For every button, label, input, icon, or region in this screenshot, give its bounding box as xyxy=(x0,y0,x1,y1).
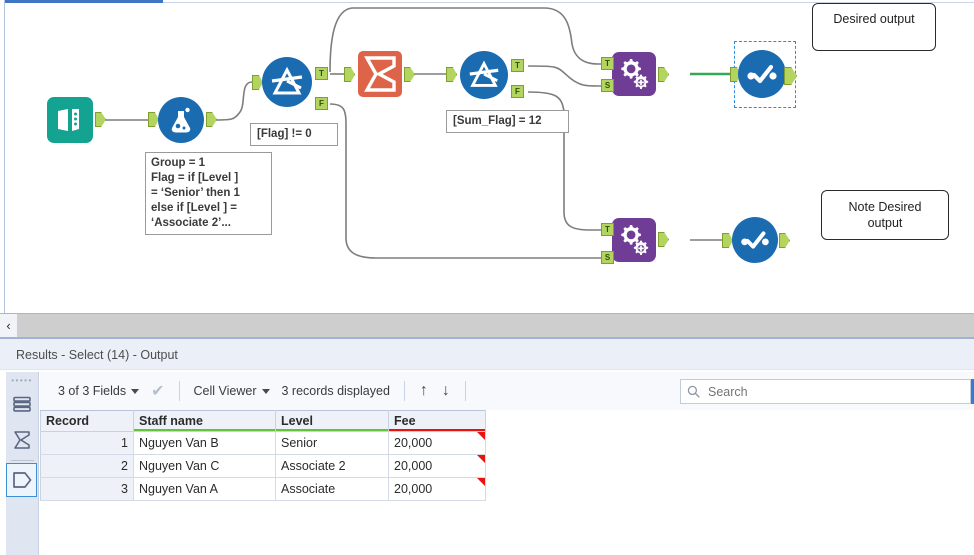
table-row[interactable]: 3 Nguyen Van A Associate 20,000 xyxy=(40,477,486,501)
toolbar-separator xyxy=(464,381,466,401)
messages-icon xyxy=(12,396,31,412)
column-header-record[interactable]: Record xyxy=(40,410,134,432)
rail-messages-button[interactable] xyxy=(6,387,37,421)
source-input-anchor[interactable]: S xyxy=(601,79,614,92)
book-icon-glyph xyxy=(58,109,79,131)
scroll-up-button[interactable]: ↑ xyxy=(413,382,435,400)
filter-tool-2[interactable]: T F xyxy=(446,51,524,99)
fields-label: 3 of 3 Fields xyxy=(58,384,127,398)
select-tool-1[interactable] xyxy=(730,50,797,98)
filter1-annotation: [Flag] != 0 xyxy=(250,123,338,146)
view-mode-label: Cell Viewer xyxy=(193,384,257,398)
cell-level[interactable]: Senior xyxy=(275,431,389,455)
cell-level[interactable]: Associate 2 xyxy=(275,454,389,478)
alteryx-designer-window: T F T F T S T S Group = 1 Flag = if [Lev… xyxy=(0,0,974,555)
cell-record: 1 xyxy=(40,431,134,455)
append-fields-tool-1[interactable]: T S xyxy=(601,52,669,96)
true-output-anchor[interactable]: T xyxy=(511,59,524,72)
cell-staff-name[interactable]: Nguyen Van B xyxy=(133,431,276,455)
rail-summary-button[interactable] xyxy=(6,423,37,457)
filter-tool-1[interactable]: T F xyxy=(252,57,328,110)
comment-desired-output[interactable]: Desired output xyxy=(812,3,936,51)
comment-note-desired-output[interactable]: Note Desired output xyxy=(821,190,949,240)
gears-icon-glyph xyxy=(621,225,649,255)
check-dots-icon xyxy=(738,50,786,98)
results-table: Record Staff name Level Fee 1 Nguyen Van… xyxy=(40,410,486,501)
check-dots-icon-glyph xyxy=(741,231,769,249)
search-icon xyxy=(687,385,700,398)
target-input-anchor[interactable]: T xyxy=(601,57,614,70)
rail-drag-handle[interactable]: ••••• xyxy=(6,376,38,385)
check-dots-icon-glyph xyxy=(747,64,777,84)
cell-record: 2 xyxy=(40,454,134,478)
output-anchor-icon xyxy=(12,472,31,488)
formula-tool[interactable] xyxy=(148,97,217,143)
gears-icon xyxy=(612,218,656,262)
true-output-anchor[interactable]: T xyxy=(315,67,328,80)
false-output-anchor[interactable]: F xyxy=(315,97,328,110)
column-header-fee[interactable]: Fee xyxy=(388,410,486,432)
cell-staff-name[interactable]: Nguyen Van A xyxy=(133,477,276,501)
filter-funnel-icon xyxy=(460,51,508,99)
records-displayed-label: 3 records displayed xyxy=(281,384,390,398)
false-output-anchor[interactable]: F xyxy=(511,85,524,98)
column-header-staff-name[interactable]: Staff name xyxy=(133,410,276,432)
filter-funnel-icon-glyph xyxy=(271,66,303,95)
book-icon xyxy=(47,97,93,143)
sigma-icon xyxy=(13,431,30,449)
input-data-tool[interactable] xyxy=(47,97,106,143)
source-input-anchor[interactable]: S xyxy=(601,251,614,264)
select-tool-2[interactable] xyxy=(722,217,790,263)
sigma-icon-glyph xyxy=(364,56,396,92)
toolbar-separator xyxy=(178,381,180,401)
results-panel: Results - Select (14) - Output ••••• 3 o… xyxy=(0,337,974,555)
rail-output-button[interactable] xyxy=(6,463,37,497)
column-header-level[interactable]: Level xyxy=(275,410,389,432)
cell-fee[interactable]: 20,000 xyxy=(388,431,486,455)
results-data-grid[interactable]: Record Staff name Level Fee 1 Nguyen Van… xyxy=(40,410,974,555)
cell-fee[interactable]: 20,000 xyxy=(388,477,486,501)
search-input[interactable] xyxy=(706,383,951,400)
collapse-left-button[interactable]: ‹ xyxy=(0,314,17,337)
summarize-tool[interactable] xyxy=(344,51,415,97)
table-row[interactable]: 1 Nguyen Van B Senior 20,000 xyxy=(40,431,486,455)
workflow-canvas[interactable]: T F T F T S T S Group = 1 Flag = if [Lev… xyxy=(0,0,974,313)
chevron-down-icon[interactable] xyxy=(131,388,140,394)
filter-funnel-icon xyxy=(262,57,312,107)
results-rail[interactable]: ••••• xyxy=(6,372,39,555)
column-label: Record xyxy=(46,414,90,428)
view-mode-selector[interactable]: Cell Viewer xyxy=(188,384,276,398)
scroll-down-button[interactable]: ↓ xyxy=(435,382,457,400)
chevron-down-icon[interactable] xyxy=(261,388,270,394)
flask-icon xyxy=(158,97,204,143)
canvas-collapse-bar[interactable]: ‹ xyxy=(0,313,974,337)
column-label: Staff name xyxy=(139,414,203,428)
formula-annotation: Group = 1 Flag = if [Level ] = ‘Senior’ … xyxy=(145,152,272,235)
target-input-anchor[interactable]: T xyxy=(601,223,614,236)
results-toolbar: 3 of 3 Fields ✔ Cell Viewer 3 records di… xyxy=(40,372,974,410)
cell-staff-name[interactable]: Nguyen Van C xyxy=(133,454,276,478)
cell-record: 3 xyxy=(40,477,134,501)
table-row[interactable]: 2 Nguyen Van C Associate 2 20,000 xyxy=(40,454,486,478)
append-fields-tool-2[interactable]: T S xyxy=(601,218,669,264)
search-box[interactable] xyxy=(680,379,971,404)
filter2-annotation: [Sum_Flag] = 12 xyxy=(446,110,569,133)
toolbar-separator xyxy=(403,381,405,401)
apply-fields-button[interactable]: ✔ xyxy=(145,381,170,401)
rail-separator xyxy=(10,460,34,461)
filter-funnel-icon-glyph xyxy=(469,60,499,87)
column-label: Level xyxy=(281,414,313,428)
results-title: Results - Select (14) - Output xyxy=(10,342,970,368)
check-dots-icon xyxy=(732,217,778,263)
gears-icon xyxy=(612,52,656,96)
cell-level[interactable]: Associate xyxy=(275,477,389,501)
table-header-row: Record Staff name Level Fee xyxy=(40,410,486,432)
gears-icon-glyph xyxy=(621,59,649,89)
fields-selector[interactable]: 3 of 3 Fields xyxy=(52,384,145,398)
column-label: Fee xyxy=(394,414,416,428)
cell-fee[interactable]: 20,000 xyxy=(388,454,486,478)
flask-icon-glyph xyxy=(171,107,191,133)
sigma-icon xyxy=(358,51,402,97)
